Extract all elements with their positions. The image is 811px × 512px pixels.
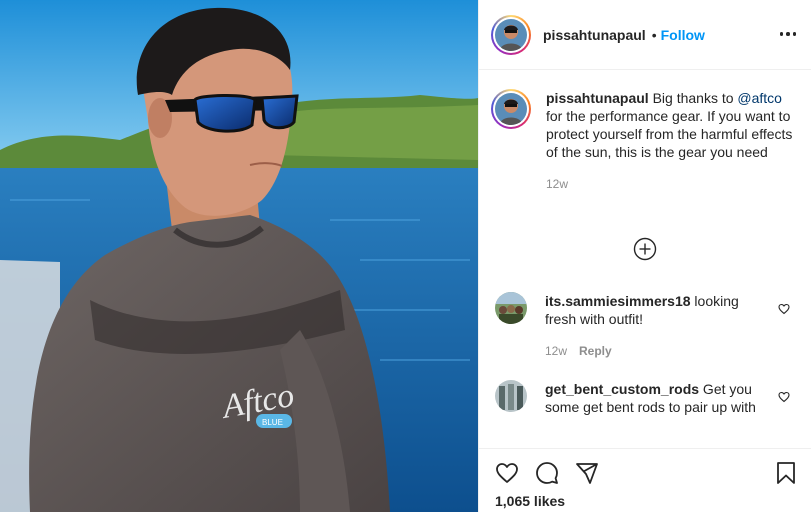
caption-timestamp[interactable]: 12w: [546, 177, 568, 191]
shirt-logo-badge-text: BLUE: [262, 418, 283, 427]
author-username[interactable]: pissahtunapaul: [543, 27, 646, 43]
caption-mention-link[interactable]: @aftco: [737, 90, 782, 106]
comment-item: its.sammiesimmers18 looking fresh with o…: [495, 292, 800, 360]
heart-icon[interactable]: [495, 461, 519, 485]
post-photo[interactable]: Aftco BLUE: [0, 0, 478, 512]
post-details-panel: pissahtunapaul • Follow pissahtunapaul B…: [478, 0, 811, 512]
comment-body: get_bent_custom_rods Get you some get be…: [545, 380, 763, 416]
caption-text-part: Big thanks to: [648, 90, 738, 106]
commenter-avatar[interactable]: [495, 292, 527, 324]
more-options-icon[interactable]: [778, 24, 798, 44]
reply-button[interactable]: Reply: [579, 344, 612, 358]
plus-circle-icon[interactable]: [633, 237, 657, 261]
caption-username[interactable]: pissahtunapaul: [546, 90, 649, 106]
share-icon[interactable]: [575, 461, 599, 485]
comment-body: its.sammiesimmers18 looking fresh with o…: [545, 292, 763, 360]
author-avatar[interactable]: [491, 14, 531, 55]
comment-meta: 12w Reply: [545, 342, 763, 360]
likes-count[interactable]: 1,065 likes: [495, 493, 565, 509]
caption-avatar[interactable]: [491, 89, 531, 129]
comments-section: pissahtunapaul Big thanks to @aftco for …: [479, 71, 811, 448]
comment-like-heart-icon[interactable]: [778, 390, 790, 403]
bookmark-icon[interactable]: [774, 461, 798, 485]
comment-username[interactable]: get_bent_custom_rods: [545, 381, 699, 397]
commenter-avatar[interactable]: [495, 380, 527, 412]
avatar-image: [495, 18, 527, 51]
comment-like-heart-icon[interactable]: [778, 302, 790, 315]
caption-text: pissahtunapaul Big thanks to @aftco for …: [546, 89, 801, 193]
post-header: pissahtunapaul • Follow: [479, 0, 811, 70]
caption-meta: 12w: [546, 175, 801, 193]
comment-item: get_bent_custom_rods Get you some get be…: [495, 380, 800, 416]
caption: pissahtunapaul Big thanks to @aftco for …: [491, 89, 801, 193]
comment-username[interactable]: its.sammiesimmers18: [545, 293, 691, 309]
photo-scene: Aftco BLUE: [0, 0, 478, 512]
follow-button[interactable]: Follow: [661, 27, 705, 43]
avatar-image: [495, 292, 527, 324]
caption-text-part: for the performance gear. If you want to…: [546, 108, 793, 160]
action-bar: 1,065 likes: [479, 448, 811, 512]
separator-dot: •: [651, 26, 657, 43]
avatar-image: [495, 380, 527, 412]
comment-timestamp[interactable]: 12w: [545, 344, 567, 358]
comment-icon[interactable]: [535, 461, 559, 485]
avatar-image: [495, 93, 527, 125]
